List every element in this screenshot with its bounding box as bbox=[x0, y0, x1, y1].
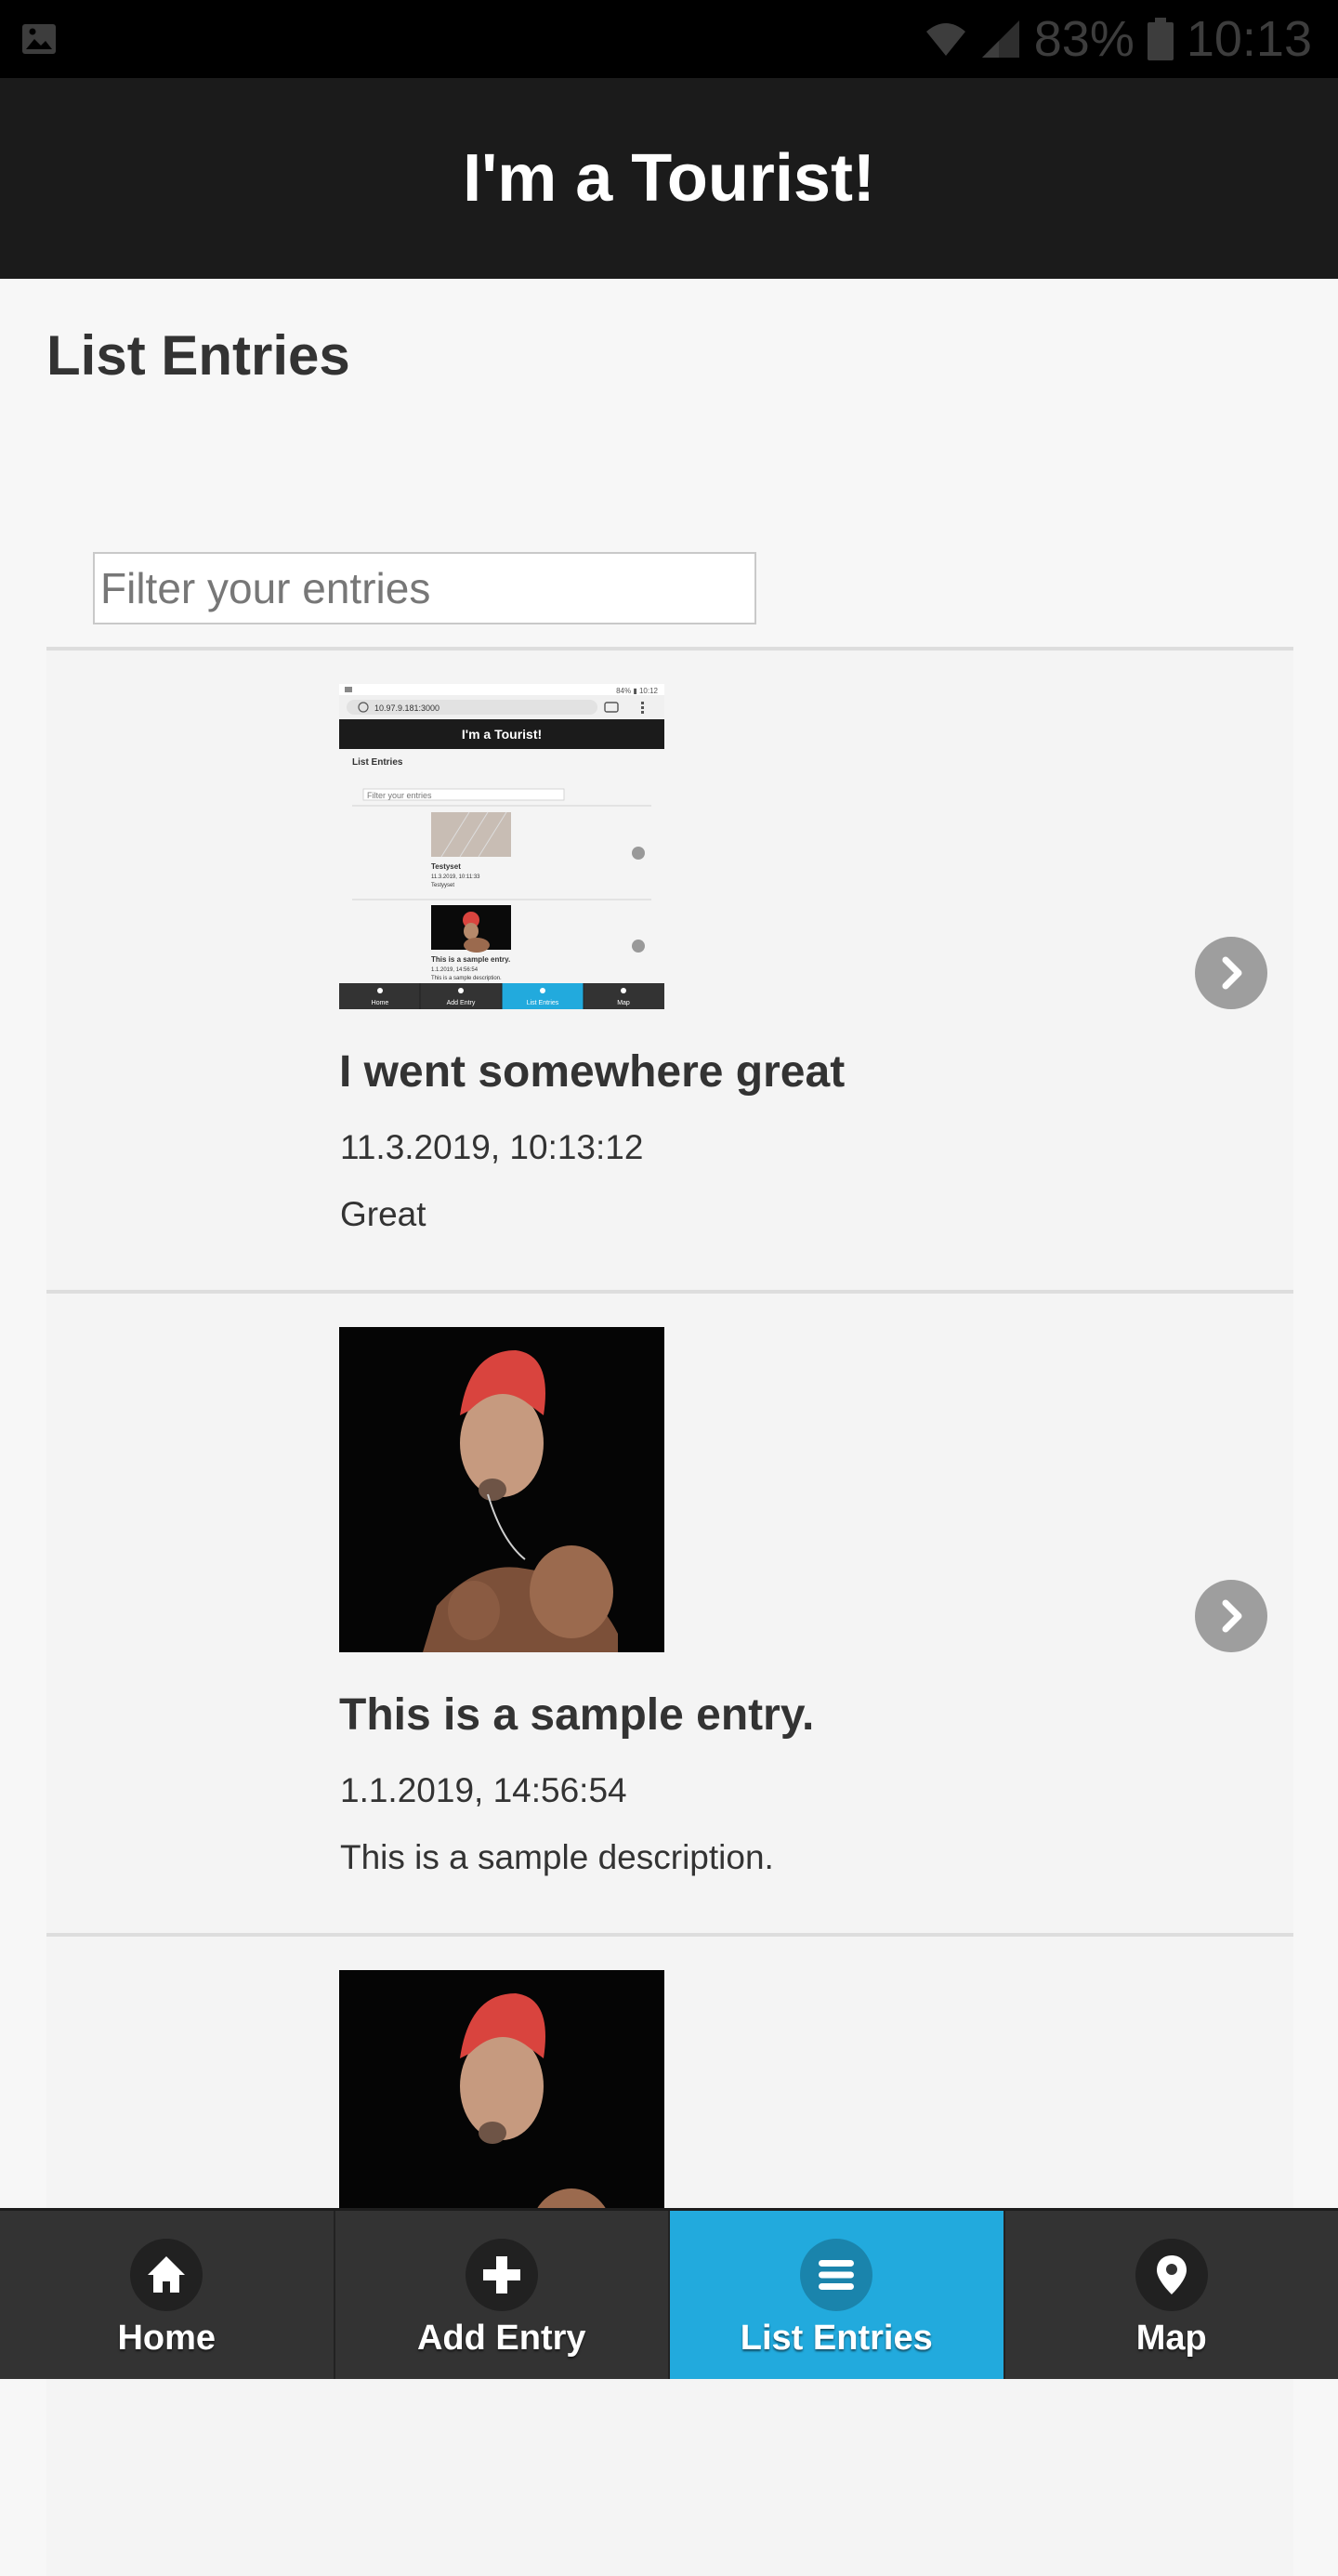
nav-label: Home bbox=[0, 2319, 334, 2359]
nav-home[interactable]: Home bbox=[0, 2211, 335, 2379]
nav-label: Map bbox=[1005, 2319, 1338, 2359]
map-pin-icon bbox=[1148, 2252, 1195, 2298]
bottom-nav: Home Add Entry List Entries Map bbox=[0, 2208, 1338, 2379]
nav-map[interactable]: Map bbox=[1005, 2211, 1338, 2379]
thumb-item1-date: 11.3.2019, 10:11:33 bbox=[431, 874, 480, 880]
page-title: List Entries bbox=[46, 323, 350, 388]
chevron-right-icon bbox=[1213, 954, 1250, 992]
wifi-icon bbox=[925, 19, 967, 59]
app-screenshot-image: 84% ▮ 10:12 10.97.9.181:3000 I'm a Touri… bbox=[339, 684, 664, 1009]
entry-photo bbox=[339, 1327, 664, 1652]
entry-date: 11.3.2019, 10:13:12 bbox=[340, 1128, 643, 1167]
thumb-item2-desc: This is a sample description. bbox=[431, 976, 502, 981]
list-item[interactable]: This is a sample entry. 1.1.2019, 14:56:… bbox=[46, 1290, 1293, 1933]
entry-thumbnail bbox=[339, 1327, 664, 1652]
filter-input[interactable] bbox=[93, 552, 756, 624]
app-title: I'm a Tourist! bbox=[463, 140, 875, 217]
app-header: I'm a Tourist! bbox=[0, 78, 1338, 279]
battery-icon bbox=[1148, 18, 1174, 60]
nav-add-entry[interactable]: Add Entry bbox=[335, 2211, 671, 2379]
entry-title: This is a sample entry. bbox=[339, 1689, 814, 1741]
battery-percent: 83% bbox=[1034, 10, 1135, 68]
entry-date: 1.1.2019, 14:56:54 bbox=[340, 1771, 627, 1810]
thumb-item1-desc: Testyyset bbox=[431, 883, 454, 888]
open-entry-button[interactable] bbox=[1195, 1580, 1267, 1652]
open-entry-button[interactable] bbox=[1195, 937, 1267, 1009]
image-notification-icon bbox=[20, 20, 58, 58]
thumb-nav-map: Map bbox=[617, 1000, 630, 1006]
thumb-status: 84% ▮ 10:12 bbox=[616, 687, 658, 695]
entry-description: Great bbox=[340, 1195, 426, 1234]
thumb-nav-add: Add Entry bbox=[447, 1000, 476, 1006]
plus-icon bbox=[479, 2252, 525, 2298]
entry-description: This is a sample description. bbox=[340, 1838, 774, 1877]
entry-title: I went somewhere great bbox=[339, 1046, 845, 1097]
thumb-filter: Filter your entries bbox=[367, 791, 432, 800]
nav-list-entries[interactable]: List Entries bbox=[670, 2211, 1005, 2379]
thumb-url: 10.97.9.181:3000 bbox=[374, 703, 439, 713]
thumb-header: I'm a Tourist! bbox=[462, 727, 542, 742]
clock: 10:13 bbox=[1187, 10, 1312, 68]
nav-label: Add Entry bbox=[335, 2319, 669, 2359]
signal-icon bbox=[980, 19, 1021, 59]
list-icon bbox=[813, 2252, 859, 2298]
thumb-item2-date: 1.1.2019, 14:56:54 bbox=[431, 967, 479, 973]
thumb-item1-title: Testyset bbox=[431, 862, 461, 871]
thumb-nav-home: Home bbox=[372, 1000, 389, 1006]
status-bar: 83% 10:13 bbox=[0, 0, 1338, 78]
home-icon bbox=[143, 2252, 190, 2298]
thumb-nav-list: List Entries bbox=[527, 1000, 559, 1006]
chevron-right-icon bbox=[1213, 1597, 1250, 1635]
nav-label: List Entries bbox=[670, 2319, 1004, 2359]
thumb-title: List Entries bbox=[352, 757, 403, 768]
entry-thumbnail: 84% ▮ 10:12 10.97.9.181:3000 I'm a Touri… bbox=[339, 684, 664, 1009]
list-item[interactable]: 84% ▮ 10:12 10.97.9.181:3000 I'm a Touri… bbox=[46, 647, 1293, 1290]
thumb-item2-title: This is a sample entry. bbox=[431, 955, 510, 964]
